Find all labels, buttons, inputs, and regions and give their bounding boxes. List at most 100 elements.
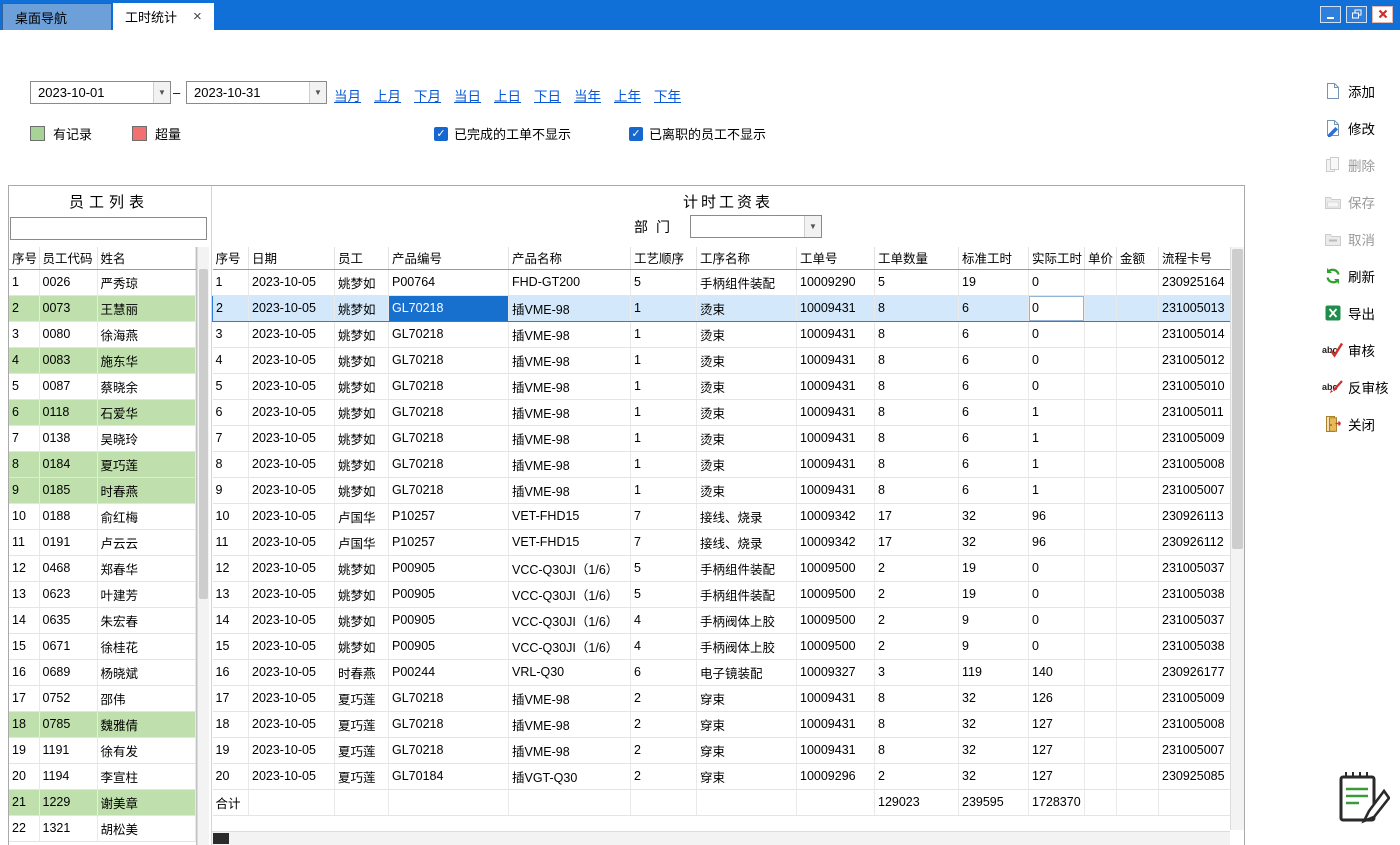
employee-row[interactable]: 211229谢美章: [9, 789, 196, 815]
tab-work-hours[interactable]: 工时统计 ×: [113, 3, 214, 30]
quick-link-6[interactable]: 下日: [534, 85, 561, 105]
wage-cell: 2023-10-05: [249, 425, 335, 451]
employee-row[interactable]: 140635朱宏春: [9, 607, 196, 633]
employee-row[interactable]: 110191卢云云: [9, 529, 196, 555]
unaudit-button[interactable]: abc反审核: [1322, 374, 1400, 400]
export-button[interactable]: 导出: [1322, 300, 1400, 326]
wage-cell: 2023-10-05: [249, 347, 335, 373]
wage-column-header: 产品名称: [509, 247, 631, 269]
filter-checkbox-1[interactable]: ✓已完成的工单不显示: [434, 124, 571, 143]
wage-row[interactable]: 172023-10-05夏巧莲GL70218插VME-982穿束10009431…: [213, 685, 1233, 711]
add-button[interactable]: 添加: [1322, 78, 1400, 104]
scrollbar-thumb[interactable]: [1232, 249, 1243, 549]
employee-name-cell: 严秀琼: [97, 269, 196, 295]
date-to-input[interactable]: 2023-10-31 ▼: [186, 81, 327, 104]
wage-row[interactable]: 72023-10-05姚梦如GL70218插VME-981烫束100094318…: [213, 425, 1233, 451]
wage-cell: [1085, 269, 1117, 295]
employee-row[interactable]: 30080徐海燕: [9, 321, 196, 347]
notepad-icon[interactable]: [1334, 768, 1390, 829]
wage-row[interactable]: 152023-10-05姚梦如P00905VCC-Q30JI（1/6）4手柄阀体…: [213, 633, 1233, 659]
employee-row[interactable]: 120468郑春华: [9, 555, 196, 581]
employee-row[interactable]: 160689杨晓斌: [9, 659, 196, 685]
quick-link-1[interactable]: 当月: [334, 85, 361, 105]
employee-row[interactable]: 201194李宣柱: [9, 763, 196, 789]
employee-row[interactable]: 170752邵伟: [9, 685, 196, 711]
employee-scrollbar[interactable]: [197, 247, 209, 845]
employee-row[interactable]: 70138吴晓玲: [9, 425, 196, 451]
quick-link-9[interactable]: 下年: [654, 85, 681, 105]
filter-checkbox-2[interactable]: ✓已离职的员工不显示: [629, 124, 766, 143]
wage-cell: 烫束: [697, 373, 797, 399]
employee-row[interactable]: 130623叶建芳: [9, 581, 196, 607]
tab-close-icon[interactable]: ×: [193, 9, 202, 24]
refresh-button[interactable]: 刷新: [1322, 263, 1400, 289]
wage-cell: 姚梦如: [335, 633, 389, 659]
employee-row[interactable]: 90185时春燕: [9, 477, 196, 503]
wage-row[interactable]: 82023-10-05姚梦如GL70218插VME-981烫束100094318…: [213, 451, 1233, 477]
chevron-down-icon[interactable]: ▼: [804, 216, 821, 237]
close-button[interactable]: [1372, 6, 1393, 23]
employee-row[interactable]: 150671徐桂花: [9, 633, 196, 659]
chevron-down-icon[interactable]: ▼: [153, 82, 170, 103]
department-select[interactable]: ▼: [690, 215, 822, 238]
chevron-down-icon[interactable]: ▼: [309, 82, 326, 103]
wage-row[interactable]: 132023-10-05姚梦如P00905VCC-Q30JI（1/6）5手柄组件…: [213, 581, 1233, 607]
employee-row[interactable]: 180785魏雅倩: [9, 711, 196, 737]
employee-row[interactable]: 60118石爱华: [9, 399, 196, 425]
audit-button[interactable]: abc审核: [1322, 337, 1400, 363]
employee-code-cell: 0083: [39, 347, 97, 373]
save-button: 保存: [1322, 189, 1400, 215]
date-from-input[interactable]: 2023-10-01 ▼: [30, 81, 171, 104]
wage-row[interactable]: 42023-10-05姚梦如GL70218插VME-981烫束100094318…: [213, 347, 1233, 373]
wage-cell: 10009431: [797, 347, 875, 373]
tab-desktop-nav[interactable]: 桌面导航: [2, 3, 112, 30]
scrollbar-thumb[interactable]: [199, 269, 208, 599]
wage-row[interactable]: 202023-10-05夏巧莲GL70184插VGT-Q302穿束1000929…: [213, 763, 1233, 789]
wage-vertical-scrollbar[interactable]: [1230, 247, 1244, 830]
wage-cell: [1085, 555, 1117, 581]
employee-row[interactable]: 100188俞红梅: [9, 503, 196, 529]
employee-search-input[interactable]: [10, 217, 207, 240]
wage-horizontal-scrollbar[interactable]: [212, 831, 1230, 845]
wage-row[interactable]: 22023-10-05姚梦如GL70218插VME-981烫束100094318…: [213, 295, 1233, 321]
wage-cell: [1085, 711, 1117, 737]
employee-row[interactable]: 191191徐有发: [9, 737, 196, 763]
wage-row[interactable]: 122023-10-05姚梦如P00905VCC-Q30JI（1/6）5手柄组件…: [213, 555, 1233, 581]
quick-link-7[interactable]: 当年: [574, 85, 601, 105]
minimize-button[interactable]: [1320, 6, 1341, 23]
wage-cell: 2: [631, 763, 697, 789]
quick-link-4[interactable]: 当日: [454, 85, 481, 105]
checkbox-icon[interactable]: ✓: [629, 127, 643, 141]
wage-cell: 231005037: [1159, 555, 1233, 581]
checkbox-icon[interactable]: ✓: [434, 127, 448, 141]
quick-link-8[interactable]: 上年: [614, 85, 641, 105]
wage-row[interactable]: 192023-10-05夏巧莲GL70218插VME-982穿束10009431…: [213, 737, 1233, 763]
wage-cell: 10009431: [797, 399, 875, 425]
wage-row[interactable]: 32023-10-05姚梦如GL70218插VME-981烫束100094318…: [213, 321, 1233, 347]
quick-link-3[interactable]: 下月: [414, 85, 441, 105]
modify-button[interactable]: 修改: [1322, 115, 1400, 141]
employee-row[interactable]: 221321胡松美: [9, 815, 196, 841]
wage-row[interactable]: 92023-10-05姚梦如GL70218插VME-981烫束100094318…: [213, 477, 1233, 503]
wage-row[interactable]: 102023-10-05卢国华P10257VET-FHD157接线、烧录1000…: [213, 503, 1233, 529]
wage-row[interactable]: 162023-10-05时春燕P00244VRL-Q306电子镜装配100093…: [213, 659, 1233, 685]
wage-row[interactable]: 52023-10-05姚梦如GL70218插VME-981烫束100094318…: [213, 373, 1233, 399]
wage-cell: P00905: [389, 607, 509, 633]
quick-link-2[interactable]: 上月: [374, 85, 401, 105]
wage-row[interactable]: 112023-10-05卢国华P10257VET-FHD157接线、烧录1000…: [213, 529, 1233, 555]
employee-row[interactable]: 50087蔡晓余: [9, 373, 196, 399]
wage-cell: 20: [213, 763, 249, 789]
employee-row[interactable]: 40083施东华: [9, 347, 196, 373]
employee-row[interactable]: 80184夏巧莲: [9, 451, 196, 477]
scrollbar-thumb[interactable]: [213, 833, 229, 844]
wage-row[interactable]: 182023-10-05夏巧莲GL70218插VME-982穿束10009431…: [213, 711, 1233, 737]
wage-cell: 插VME-98: [509, 685, 631, 711]
quick-link-5[interactable]: 上日: [494, 85, 521, 105]
wage-row[interactable]: 142023-10-05姚梦如P00905VCC-Q30JI（1/6）4手柄阀体…: [213, 607, 1233, 633]
wage-row[interactable]: 62023-10-05姚梦如GL70218插VME-981烫束100094318…: [213, 399, 1233, 425]
employee-row[interactable]: 20073王慧丽: [9, 295, 196, 321]
wage-row[interactable]: 12023-10-05姚梦如P00764FHD-GT2005手柄组件装配1000…: [213, 269, 1233, 295]
close-button[interactable]: 关闭: [1322, 411, 1400, 437]
employee-row[interactable]: 10026严秀琼: [9, 269, 196, 295]
restore-button[interactable]: [1346, 6, 1367, 23]
